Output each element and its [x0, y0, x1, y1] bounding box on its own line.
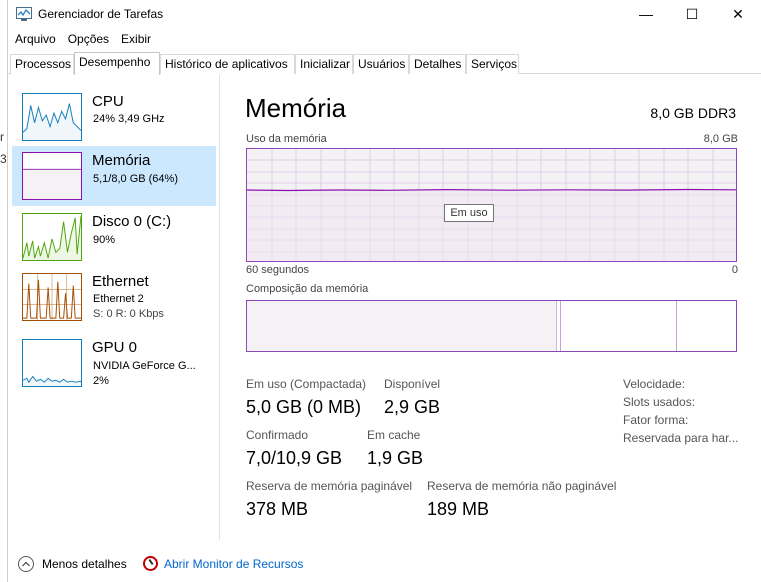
- gpu-model: NVIDIA GeForce G...: [93, 360, 196, 372]
- cpu-usage: 24% 3,49 GHz: [93, 113, 165, 125]
- slots-used-label: Slots usados:: [623, 395, 696, 409]
- menu-arquivo[interactable]: Arquivo: [8, 32, 62, 46]
- available-label: Disponível: [384, 377, 441, 391]
- in-use-label: Em uso (Compactada): [246, 377, 367, 391]
- resource-item-gpu[interactable]: GPU 0 NVIDIA GeForce G... 2%: [12, 333, 216, 393]
- form-factor-label: Fator forma:: [623, 413, 689, 427]
- tab-historico[interactable]: Histórico de aplicativos: [160, 54, 295, 74]
- memory-usage-graph: Em uso: [246, 148, 737, 262]
- nonpaged-pool-value: 189 MB: [427, 499, 490, 519]
- memory-composition-bar: [246, 300, 737, 352]
- tab-usuarios[interactable]: Usuários: [353, 54, 409, 74]
- resource-item-ethernet[interactable]: Ethernet Ethernet 2 S: 0 R: 0 Kbps: [12, 267, 216, 327]
- footer-bar: Menos detalhes Abrir Monitor de Recursos: [8, 550, 761, 578]
- committed-value: 7,0/10,9 GB: [246, 448, 343, 468]
- resource-item-memory[interactable]: Memória 5,1/8,0 GB (64%): [12, 146, 216, 206]
- background-window-edge: r 3: [0, 0, 8, 582]
- composition-in-use: [247, 301, 557, 351]
- menu-opcoes[interactable]: Opções: [62, 32, 115, 46]
- composition-label: Composição da memória: [246, 283, 369, 295]
- nonpaged-pool-label: Reserva de memória não paginável: [427, 479, 617, 493]
- committed-label: Confirmado: [246, 428, 309, 442]
- open-resource-monitor-link[interactable]: Abrir Monitor de Recursos: [143, 556, 303, 571]
- close-button[interactable]: ✕: [715, 0, 761, 28]
- resource-item-disk[interactable]: Disco 0 (C:) 90%: [12, 207, 216, 267]
- memory-usage: 5,1/8,0 GB (64%): [93, 173, 178, 185]
- fewer-details-button[interactable]: Menos detalhes: [18, 556, 127, 572]
- resource-item-cpu[interactable]: CPU 24% 3,49 GHz: [12, 87, 216, 147]
- page-title: Memória: [245, 93, 347, 123]
- paged-pool-label: Reserva de memória paginável: [246, 479, 413, 493]
- time-axis-end: 0: [731, 264, 738, 276]
- speed-label: Velocidade:: [623, 377, 686, 391]
- minimize-button[interactable]: —: [623, 0, 669, 28]
- maximize-button[interactable]: ☐: [669, 0, 715, 28]
- disk-title: Disco 0 (C:): [92, 213, 172, 230]
- disk-thumbnail-graph: [22, 213, 82, 261]
- resource-monitor-icon: [143, 556, 158, 571]
- time-axis-start: 60 segundos: [246, 264, 309, 276]
- fewer-details-label: Menos detalhes: [42, 557, 127, 571]
- title-bar: Gerenciador de Tarefas — ☐ ✕: [8, 0, 761, 28]
- ethernet-thumbnail-graph: [22, 273, 82, 321]
- in-use-value: 5,0 GB (0 MB): [246, 397, 362, 417]
- task-manager-icon: [16, 7, 32, 21]
- chevron-up-icon: [18, 556, 34, 572]
- tab-desempenho[interactable]: Desempenho: [74, 52, 160, 75]
- tab-processos[interactable]: Processos: [10, 54, 74, 74]
- window-title: Gerenciador de Tarefas: [38, 7, 164, 21]
- composition-modified: [557, 301, 561, 351]
- resource-list: CPU 24% 3,49 GHz Memória 5,1/8,0 GB (64%…: [8, 75, 220, 540]
- available-value: 2,9 GB: [384, 397, 441, 417]
- tab-inicializar[interactable]: Inicializar: [295, 54, 353, 74]
- gpu-usage: 2%: [93, 375, 109, 387]
- cached-value: 1,9 GB: [367, 448, 424, 468]
- ethernet-adapter: Ethernet 2: [93, 293, 144, 305]
- tab-bar: Processos Desempenho Histórico de aplica…: [8, 52, 761, 75]
- cpu-thumbnail-graph: [22, 93, 82, 141]
- gpu-thumbnail-graph: [22, 339, 82, 387]
- composition-standby-divider: [676, 301, 677, 351]
- menu-exibir[interactable]: Exibir: [115, 32, 157, 46]
- tab-servicos[interactable]: Serviços: [466, 54, 519, 74]
- usage-tooltip: Em uso: [444, 204, 494, 222]
- ethernet-title: Ethernet: [92, 273, 149, 290]
- menu-bar: Arquivo Opções Exibir: [8, 29, 157, 49]
- cached-label: Em cache: [367, 428, 421, 442]
- memory-details-panel: Memória 8,0 GB DDR3 Uso da memória 8,0 G…: [245, 75, 741, 540]
- memory-spec: 8,0 GB DDR3: [650, 105, 736, 121]
- tab-detalhes[interactable]: Detalhes: [409, 54, 466, 74]
- paged-pool-value: 378 MB: [246, 499, 309, 519]
- window-controls: — ☐ ✕: [623, 0, 761, 28]
- memory-thumbnail-graph: [22, 152, 82, 200]
- disk-usage: 90%: [93, 234, 116, 246]
- gpu-title: GPU 0: [92, 339, 138, 356]
- usage-graph-max: 8,0 GB: [703, 133, 738, 145]
- usage-graph-label: Uso da memória: [246, 133, 327, 145]
- hardware-reserved-label: Reservada para har...: [623, 431, 739, 445]
- memory-title: Memória: [92, 152, 151, 169]
- resource-monitor-label: Abrir Monitor de Recursos: [164, 556, 304, 571]
- ethernet-throughput: S: 0 R: 0 Kbps: [93, 308, 164, 320]
- cpu-title: CPU: [92, 93, 124, 110]
